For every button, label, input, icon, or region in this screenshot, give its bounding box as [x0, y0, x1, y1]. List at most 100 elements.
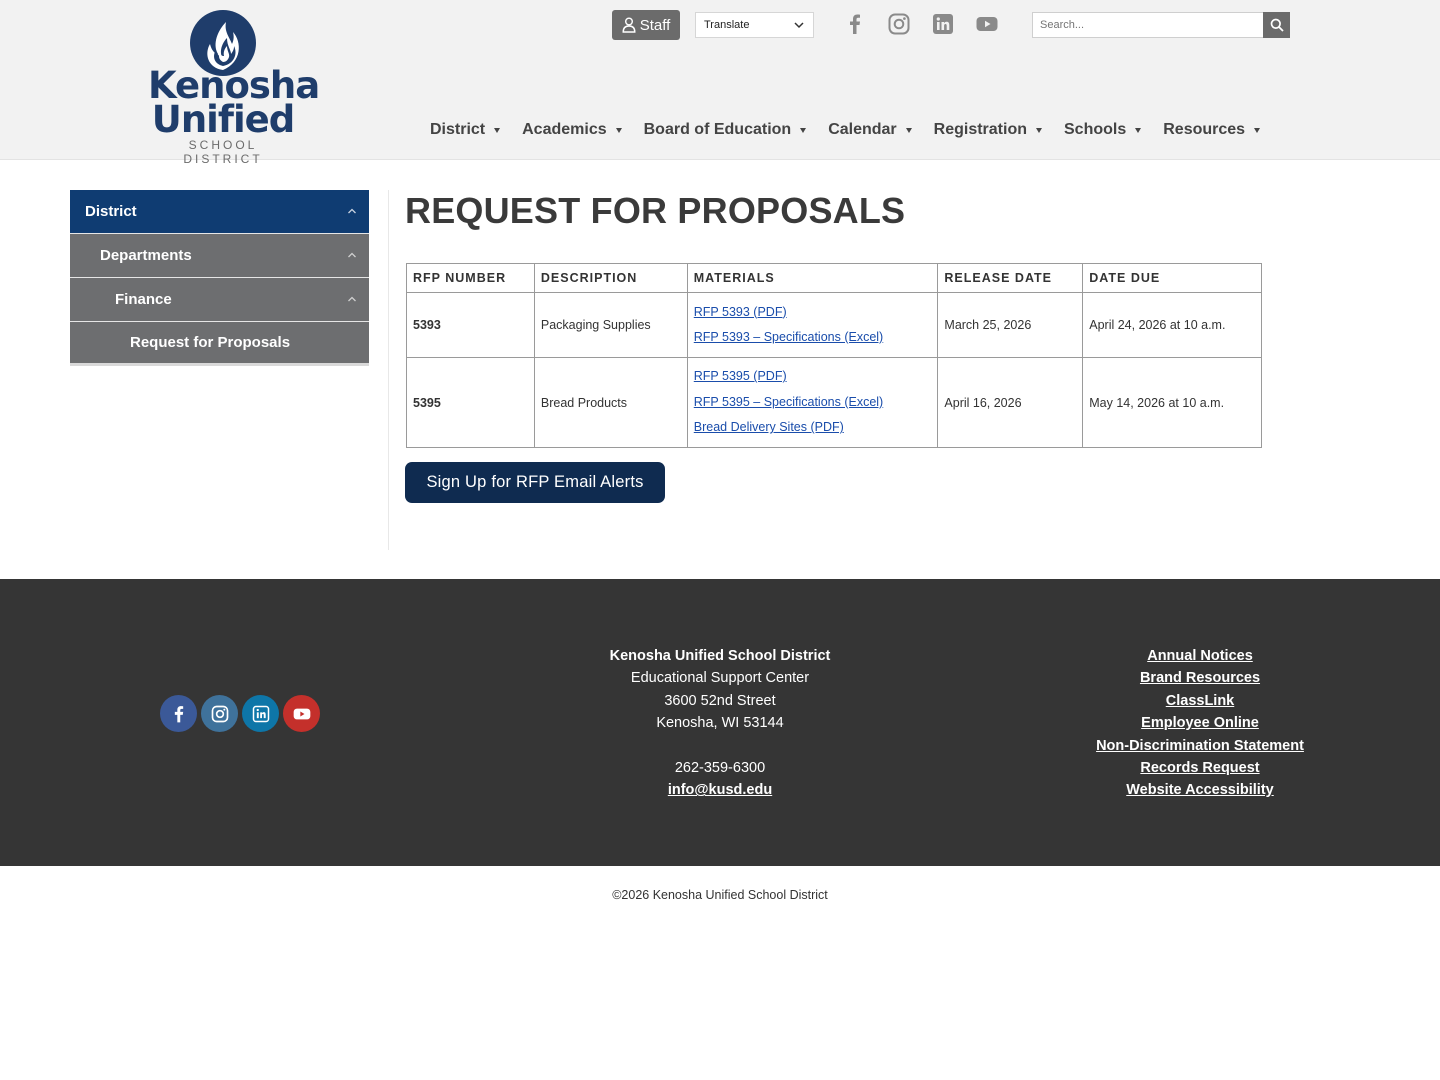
caret-down-icon	[615, 127, 622, 133]
sidebar-item-label: Finance	[115, 291, 172, 308]
caret-down-icon	[494, 127, 501, 133]
nav-schools[interactable]: Schools	[1064, 118, 1142, 142]
material-link[interactable]: RFP 5395 (PDF)	[694, 364, 932, 390]
footer-link-classlink[interactable]: ClassLink	[1060, 690, 1340, 712]
logo-text-school-district: SCHOOL DISTRICT	[183, 138, 263, 166]
rfp-email-alerts-button[interactable]: Sign Up for RFP Email Alerts	[405, 462, 665, 503]
rfp-release-date: March 25, 2026	[937, 292, 1084, 358]
nav-label: Schools	[1064, 121, 1127, 138]
material-link[interactable]: RFP 5393 – Specifications (Excel)	[694, 325, 932, 351]
nav-district[interactable]: District	[430, 118, 501, 142]
facebook-icon[interactable]	[843, 12, 867, 36]
caret-down-icon	[905, 127, 912, 133]
footer-link-annual-notices[interactable]: Annual Notices	[1060, 645, 1340, 667]
footer-address-line: 3600 52nd Street	[664, 692, 776, 709]
linkedin-icon[interactable]	[242, 695, 279, 732]
search-button[interactable]	[1263, 12, 1290, 38]
footer-links: Annual Notices Brand Resources ClassLink…	[1060, 645, 1340, 802]
chevron-up-icon[interactable]	[347, 250, 357, 260]
content-divider	[388, 190, 389, 550]
column-header: DATE DUE	[1082, 263, 1262, 293]
material-link[interactable]: RFP 5393 (PDF)	[694, 300, 932, 326]
footer-address: Kenosha Unified School District Educatio…	[520, 645, 920, 802]
material-link[interactable]: Bread Delivery Sites (PDF)	[694, 415, 932, 441]
nav-label: Calendar	[828, 121, 897, 138]
footer-spacer	[520, 735, 920, 757]
rfp-description: Bread Products	[533, 357, 688, 448]
table-header-row: RFP NUMBER DESCRIPTION MATERIALS RELEASE…	[406, 263, 1262, 293]
sidebar-item-request-for-proposals[interactable]: Request for Proposals	[70, 322, 369, 366]
sidebar-item-label: Request for Proposals	[130, 334, 291, 351]
nav-board-of-education[interactable]: Board of Education	[644, 118, 807, 142]
table-row: 5395 Bread Products RFP 5395 (PDF) RFP 5…	[406, 357, 1262, 448]
footer-org-name: Kenosha Unified School District	[609, 648, 831, 664]
site-header: Kenosha Unified SCHOOL DISTRICT Staff Tr…	[0, 0, 1440, 166]
page-title: REQUEST FOR PROPOSALS	[405, 190, 906, 231]
nav-label: Registration	[933, 121, 1027, 138]
material-link[interactable]: RFP 5395 – Specifications (Excel)	[694, 390, 932, 416]
main-nav: District Academics Board of Education Ca…	[430, 118, 1282, 142]
footer-email-link[interactable]: info@kusd.edu	[668, 782, 772, 798]
column-header: RELEASE DATE	[937, 263, 1084, 293]
sidebar-item-label: Departments	[100, 247, 192, 264]
footer-link-brand-resources[interactable]: Brand Resources	[1060, 667, 1340, 689]
translate-label: Translate	[704, 19, 750, 31]
caret-down-icon	[1135, 127, 1142, 133]
rfp-number: 5393	[406, 292, 535, 358]
sidebar-item-district[interactable]: District	[70, 190, 369, 234]
footer-link-non-discrimination[interactable]: Non-Discrimination Statement	[1060, 735, 1340, 757]
nav-resources[interactable]: Resources	[1163, 118, 1261, 142]
footer-address-line: Kenosha, WI 53144	[656, 715, 784, 732]
caret-down-icon	[1254, 127, 1261, 133]
facebook-icon[interactable]	[160, 695, 197, 732]
rfp-materials: RFP 5393 (PDF) RFP 5393 – Specifications…	[686, 292, 939, 358]
nav-label: Board of Education	[643, 121, 792, 138]
translate-select[interactable]: Translate	[695, 12, 814, 38]
linkedin-icon[interactable]	[931, 12, 955, 36]
nav-label: Resources	[1163, 121, 1246, 138]
search-icon	[1270, 18, 1284, 32]
chevron-up-icon[interactable]	[347, 294, 357, 304]
copyright-text: ©2026 Kenosha Unified School District	[612, 888, 828, 902]
logo-text-unified: Unified	[151, 98, 295, 141]
youtube-icon[interactable]	[283, 695, 320, 732]
nav-label: Academics	[522, 121, 607, 138]
rfp-materials: RFP 5395 (PDF) RFP 5395 – Specifications…	[686, 357, 939, 448]
staff-button[interactable]: Staff	[612, 10, 680, 40]
site-footer: Kenosha Unified School District Educatio…	[0, 579, 1440, 866]
rfp-release-date: April 16, 2026	[937, 357, 1084, 448]
nav-calendar[interactable]: Calendar	[828, 118, 912, 142]
sidebar-item-label: District	[85, 203, 137, 220]
staff-button-label: Staff	[639, 16, 671, 34]
column-header: RFP NUMBER	[406, 263, 535, 293]
column-header: DESCRIPTION	[533, 263, 688, 293]
footer-link-records-request[interactable]: Records Request	[1060, 757, 1340, 779]
table-row: 5393 Packaging Supplies RFP 5393 (PDF) R…	[406, 292, 1262, 358]
rfp-table: RFP NUMBER DESCRIPTION MATERIALS RELEASE…	[406, 263, 1262, 448]
footer-address-line: Educational Support Center	[630, 670, 810, 687]
rfp-due-date: May 14, 2026 at 10 a.m.	[1082, 357, 1262, 448]
district-logo[interactable]: Kenosha Unified SCHOOL DISTRICT	[148, 8, 320, 166]
sidebar-item-finance[interactable]: Finance	[70, 278, 369, 322]
nav-academics[interactable]: Academics	[522, 118, 622, 142]
site-search	[1032, 12, 1290, 38]
column-header: MATERIALS	[686, 263, 939, 293]
rfp-number: 5395	[406, 357, 535, 448]
chevron-down-icon	[794, 22, 804, 29]
instagram-icon[interactable]	[887, 12, 911, 36]
user-icon	[622, 17, 636, 33]
footer-social-links	[160, 695, 320, 732]
chevron-up-icon[interactable]	[347, 206, 357, 216]
rfp-due-date: April 24, 2026 at 10 a.m.	[1082, 292, 1262, 358]
footer-link-website-accessibility[interactable]: Website Accessibility	[1060, 779, 1340, 801]
youtube-icon[interactable]	[975, 12, 999, 36]
sidebar-nav: District Departments Finance Request for…	[70, 190, 369, 366]
caret-down-icon	[1036, 127, 1042, 133]
instagram-icon[interactable]	[201, 695, 238, 732]
sidebar-item-departments[interactable]: Departments	[70, 234, 369, 278]
footer-link-employee-online[interactable]: Employee Online	[1060, 712, 1340, 734]
nav-registration[interactable]: Registration	[934, 118, 1042, 142]
search-input[interactable]	[1032, 12, 1264, 38]
caret-down-icon	[800, 127, 807, 133]
rfp-description: Packaging Supplies	[533, 292, 688, 358]
